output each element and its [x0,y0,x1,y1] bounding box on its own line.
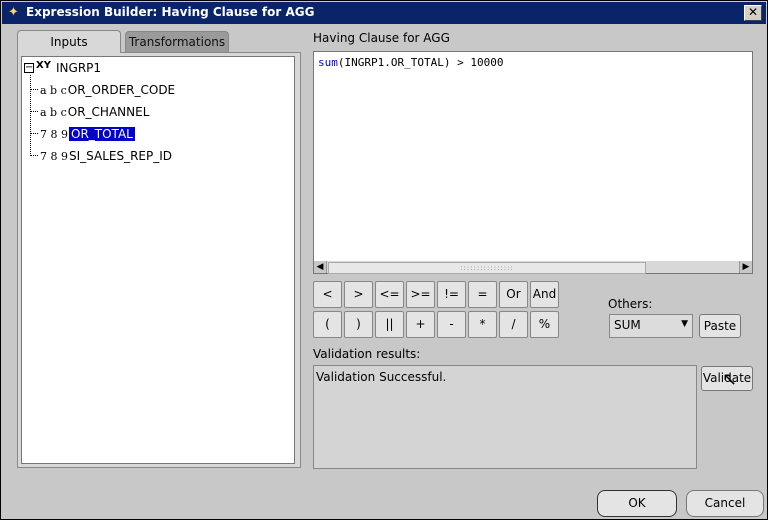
operator-button-modulo[interactable]: % [530,311,559,338]
group-icon: XY [36,60,51,71]
tree-branch-line [30,133,38,134]
operator-button-ge[interactable]: >= [406,281,435,308]
ok-button[interactable]: OK [597,490,677,517]
operator-button-minus[interactable]: - [437,311,466,338]
operator-button-and[interactable]: And [530,281,559,308]
others-select-value: SUM [614,318,641,332]
window-title: Expression Builder: Having Clause for AG… [26,5,315,19]
string-type-icon: a b c [40,106,67,119]
chevron-down-icon[interactable]: ▼ [681,319,688,329]
collapse-icon[interactable]: − [24,63,34,73]
others-label: Others: [608,297,653,311]
editor-horizontal-scrollbar[interactable]: ◀ :::::::::::::::: ▶ [313,261,753,274]
number-type-icon: 7 8 9 [40,128,68,141]
operator-button-close-paren[interactable]: ) [344,311,373,338]
tree-item-label-selected: OR_TOTAL [69,127,135,141]
tree-item-or-channel[interactable]: a b cOR_CHANNEL [40,103,149,121]
operator-button-open-paren[interactable]: ( [313,311,342,338]
tree-branch-line [30,111,38,112]
operator-button-concat[interactable]: || [375,311,404,338]
tab-inputs[interactable]: Inputs [17,30,121,53]
tree-item-or-order-code[interactable]: a b cOR_ORDER_CODE [40,81,175,99]
operator-button-multiply[interactable]: * [468,311,497,338]
mouse-pointer-icon: ↖ [722,369,738,390]
scroll-right-icon[interactable]: ▶ [739,261,752,273]
paste-button[interactable]: Paste [699,314,741,338]
tree-item-si-sales-rep-id[interactable]: 7 8 9SI_SALES_REP_ID [40,147,172,165]
tree-branch-line [30,89,38,90]
tree-item-or-total[interactable]: 7 8 9 OR_TOTAL [40,125,135,143]
others-select[interactable]: SUM ▼ [609,314,693,338]
tree-item-label: OR_ORDER_CODE [67,83,176,97]
expression-code: sum(INGRP1.OR_TOTAL) > 10000 [318,56,503,69]
operator-button-divide[interactable]: / [499,311,528,338]
tree-item-label: OR_CHANNEL [67,105,150,119]
input-tree[interactable]: − XY INGRP1 a b cOR_ORDER_CODE a b cOR_C… [21,56,295,464]
operator-button-lt[interactable]: < [313,281,342,308]
app-icon: ✦ [8,5,19,20]
editor-label: Having Clause for AGG [313,31,450,45]
tree-branch-line [30,155,38,156]
expression-editor[interactable]: sum(INGRP1.OR_TOTAL) > 10000 [313,51,753,263]
cancel-button[interactable]: Cancel [686,490,764,517]
validation-label: Validation results: [313,347,421,361]
tree-item-label: SI_SALES_REP_ID [69,149,173,163]
operator-button-or[interactable]: Or [499,281,528,308]
operator-button-ne[interactable]: != [437,281,466,308]
code-rest: (INGRP1.OR_TOTAL) > 10000 [337,56,504,69]
operator-button-gt[interactable]: > [344,281,373,308]
scroll-thumb[interactable]: :::::::::::::::: [328,262,646,274]
operator-button-le[interactable]: <= [375,281,404,308]
number-type-icon: 7 8 9 [40,150,68,163]
scroll-left-icon[interactable]: ◀ [314,261,327,273]
validation-result-text: Validation Successful. [316,370,447,384]
string-type-icon: a b c [40,84,67,97]
operator-button-eq[interactable]: = [468,281,497,308]
inputs-panel: − XY INGRP1 a b cOR_ORDER_CODE a b cOR_C… [17,52,301,468]
close-button[interactable]: ✕ [744,5,762,21]
code-keyword: sum [318,56,338,69]
tree-connector [30,75,31,154]
title-bar: ✦ Expression Builder: Having Clause for … [2,2,766,24]
validation-results-box: Validation Successful. [313,365,697,469]
expression-builder-window: ✦ Expression Builder: Having Clause for … [0,0,768,520]
operator-button-plus[interactable]: + [406,311,435,338]
tree-root-label: INGRP1 [56,61,102,75]
tab-transformations[interactable]: Transformations [125,31,229,52]
